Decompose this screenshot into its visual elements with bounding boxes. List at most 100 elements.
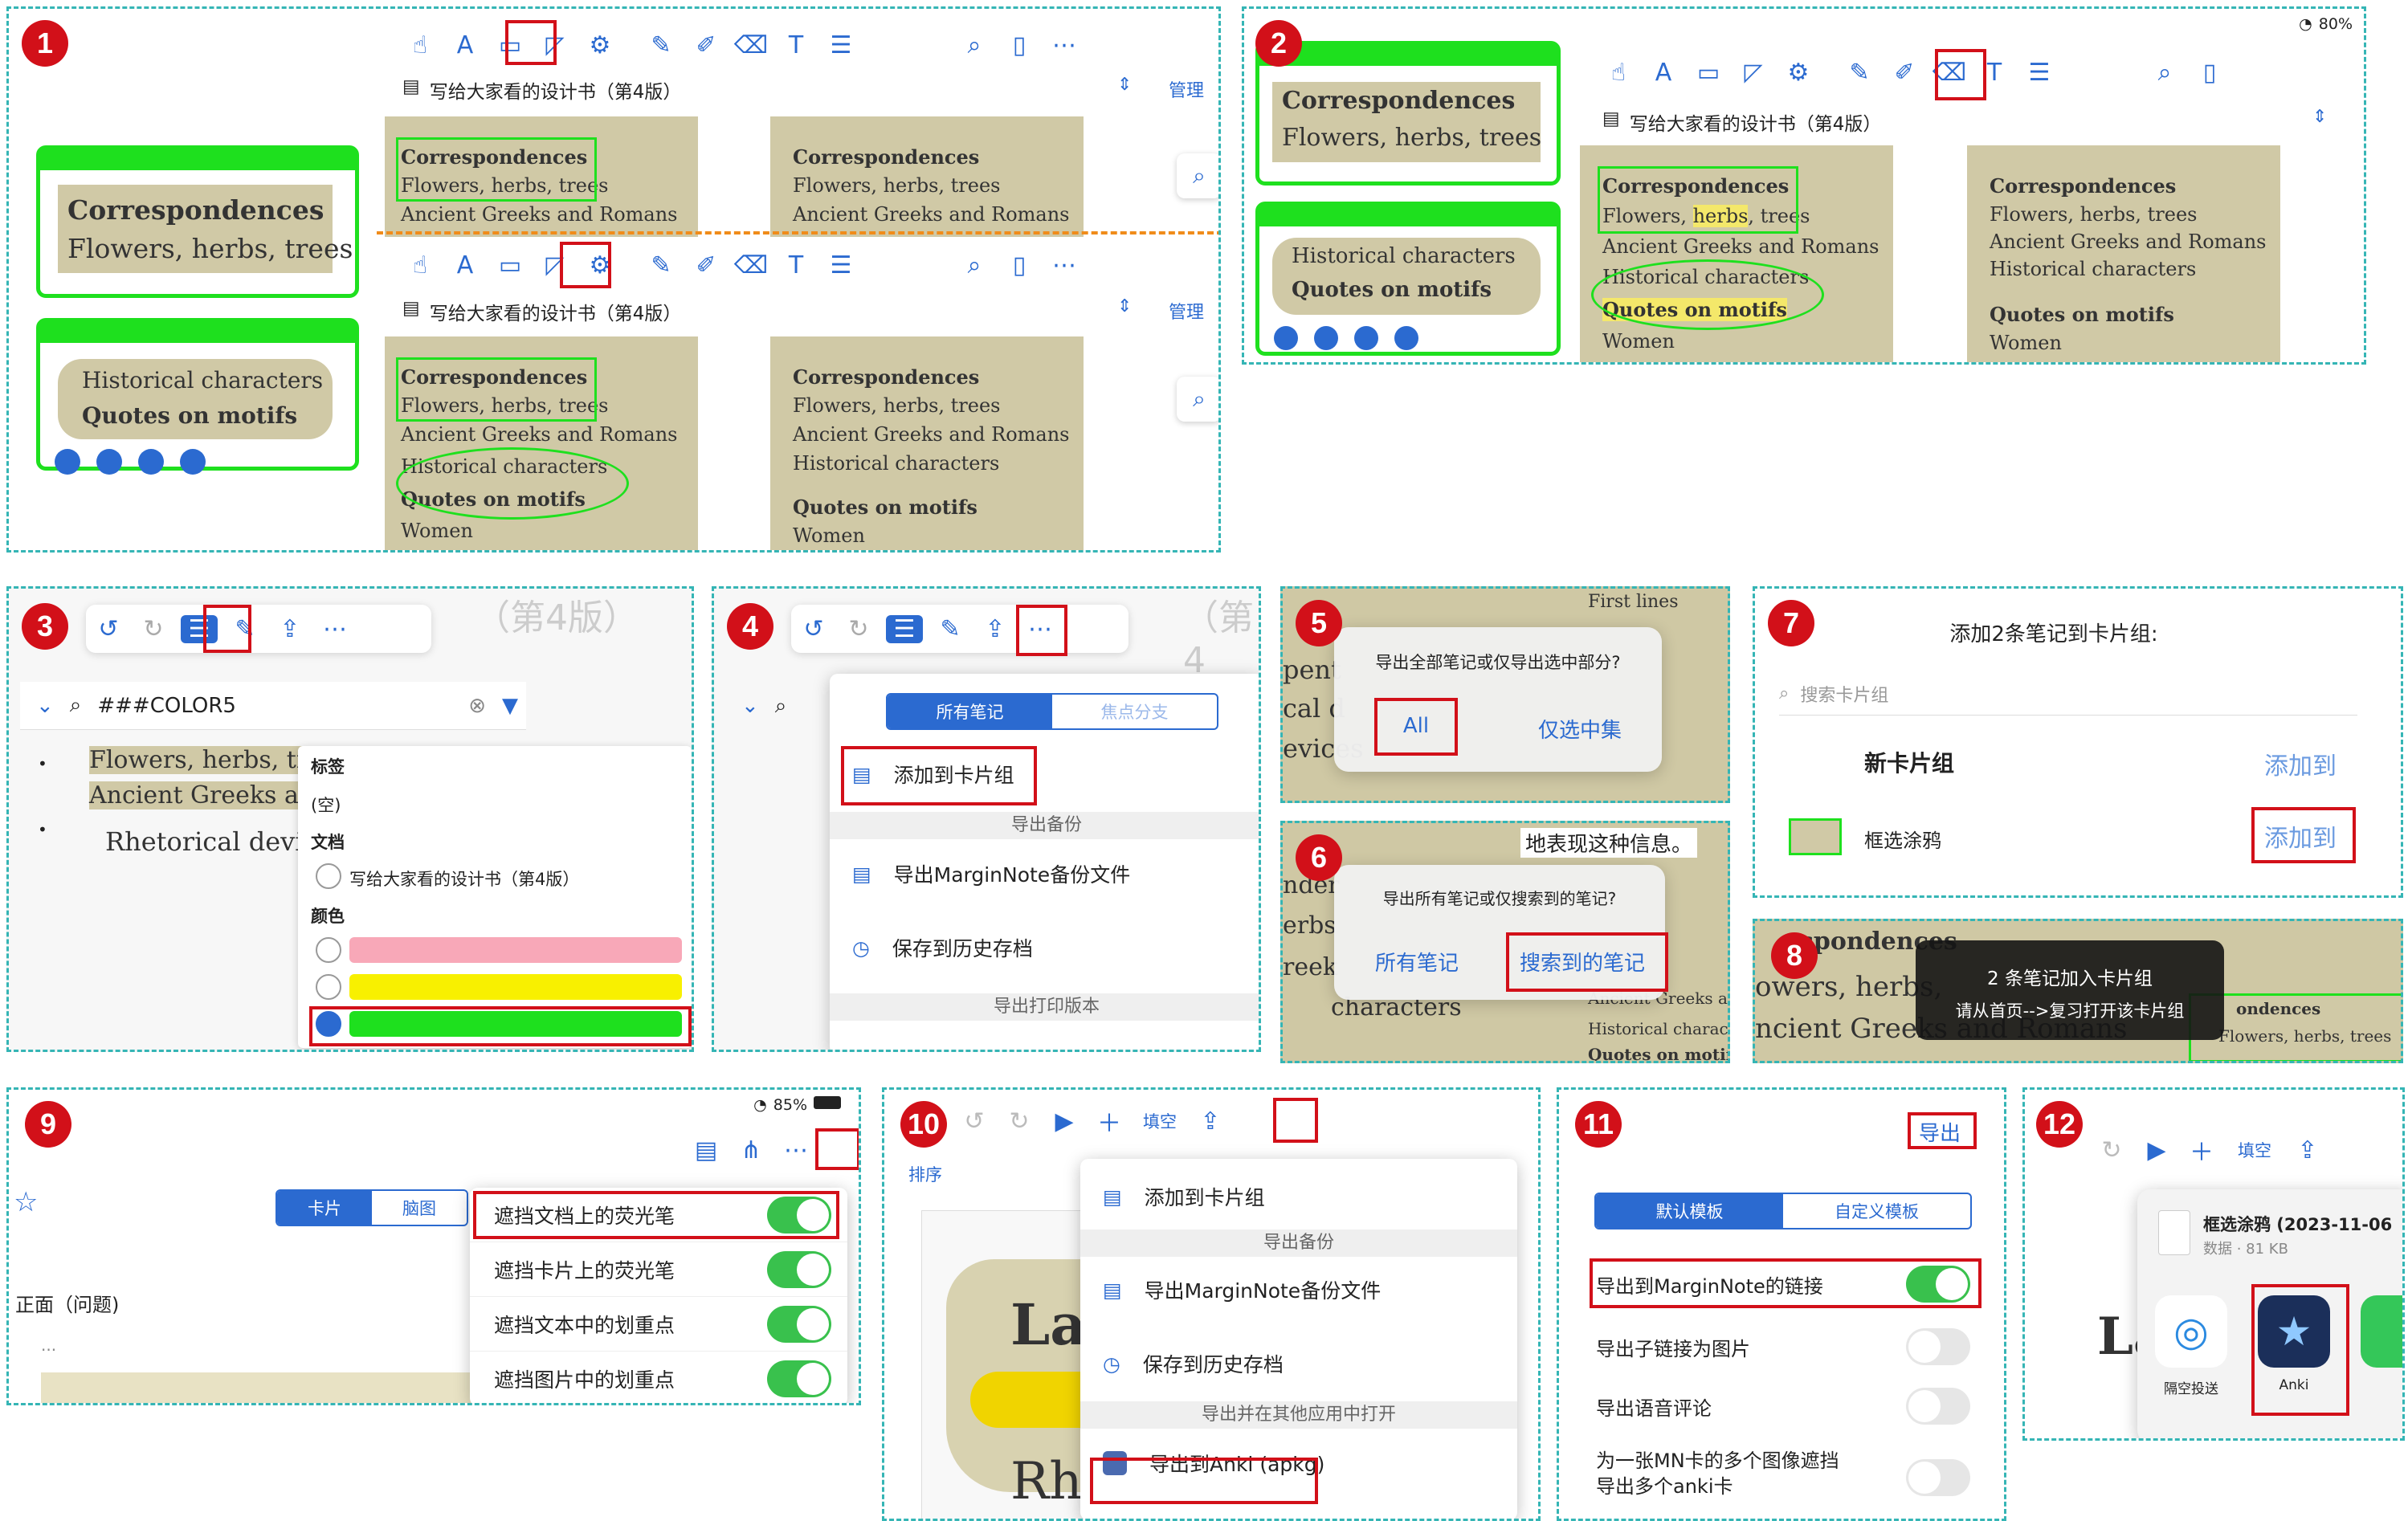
undo-icon[interactable]: ↺ <box>952 1107 997 1136</box>
add-to-new-button[interactable]: 添加到 <box>2264 746 2337 781</box>
pen-icon[interactable]: ✎ <box>639 31 684 59</box>
toggle-switch[interactable] <box>1906 1328 1970 1365</box>
hand-icon[interactable]: ☝ <box>398 251 443 279</box>
textbox-icon[interactable]: T <box>773 31 818 59</box>
pen-icon[interactable]: ✎ <box>639 251 684 279</box>
list-icon[interactable]: ☰ <box>818 251 863 279</box>
search-field[interactable]: ⌕ 搜索卡片组 <box>1779 672 2357 716</box>
filter-option[interactable]: (空) <box>311 793 341 817</box>
manage-link[interactable]: 管理 <box>1169 298 1204 324</box>
plus-icon[interactable]: ＋ <box>2179 1132 2224 1168</box>
menu-save-history[interactable]: ◷ 保存到历史存档 <box>830 920 1259 976</box>
seg-custom[interactable]: 自定义模板 <box>1783 1194 1970 1228</box>
manage-link[interactable]: 管理 <box>1169 76 1204 102</box>
messages-icon[interactable] <box>2361 1295 2402 1368</box>
sort-icon[interactable]: ⇕ <box>2312 107 2327 127</box>
eraser-icon[interactable]: ⌫ <box>729 251 773 279</box>
undo-icon[interactable]: ↺ <box>791 615 836 643</box>
search-float-icon[interactable]: ⌕ <box>1177 153 1218 198</box>
share-icon[interactable] <box>1394 326 1418 350</box>
fill-button[interactable]: 填空 <box>1132 1109 1188 1133</box>
menu-save-history[interactable]: ◷ 保存到历史存档 <box>1080 1335 1517 1392</box>
undo-icon[interactable]: ↺ <box>86 615 131 643</box>
link-icon[interactable] <box>1314 326 1338 350</box>
filter-icon[interactable]: ▼ <box>502 694 518 718</box>
play-icon[interactable]: ▶ <box>2134 1136 2179 1164</box>
more-icon[interactable]: ⋯ <box>1042 31 1087 59</box>
toggle-switch[interactable] <box>767 1360 831 1397</box>
lasso-icon[interactable]: ◸ <box>1731 59 1776 87</box>
list-icon[interactable]: ☰ <box>818 31 863 59</box>
color-swatch-yellow[interactable] <box>349 974 682 1000</box>
option-row[interactable]: 遮挡卡片上的荧光笔 <box>470 1242 847 1297</box>
share-icon[interactable]: ⇪ <box>1188 1107 1233 1136</box>
merge-icon[interactable] <box>138 449 164 475</box>
search-icon[interactable]: ⌕ <box>952 251 997 279</box>
search-float-icon[interactable]: ⌕ <box>1177 377 1218 422</box>
hand-icon[interactable]: ☝ <box>398 31 443 59</box>
share-icon[interactable] <box>180 449 206 475</box>
pen-icon[interactable]: ✎ <box>1837 59 1882 87</box>
highlighter-icon[interactable]: ✐ <box>1882 59 1927 87</box>
menu-export-mn[interactable]: ▤ 导出MarginNote备份文件 <box>830 846 1259 902</box>
link-icon[interactable] <box>96 449 122 475</box>
redo-icon[interactable]: ↻ <box>836 615 881 643</box>
clear-icon[interactable]: ⊗ <box>468 694 486 718</box>
more-icon[interactable]: ⋯ <box>312 615 357 643</box>
rect-icon[interactable]: ▭ <box>1686 59 1731 87</box>
list-icon[interactable]: ☰ <box>886 614 923 643</box>
text-icon[interactable]: A <box>443 31 488 59</box>
share-icon[interactable]: ⇪ <box>267 615 312 643</box>
mini-card-1[interactable]: Correspondences Flowers, herbs, trees <box>1255 41 1561 186</box>
airdrop-icon[interactable]: ◎ <box>2155 1295 2227 1368</box>
seg-default[interactable]: 默认模板 <box>1596 1194 1783 1228</box>
textbox-icon[interactable]: T <box>773 251 818 279</box>
comment-icon[interactable] <box>1274 326 1298 350</box>
bookmark-icon[interactable]: ▯ <box>2187 59 2232 87</box>
filter-option[interactable]: 写给大家看的设计书（第4版） <box>349 867 579 891</box>
star-icon[interactable]: ☆ <box>14 1186 38 1218</box>
hand-icon[interactable]: ☝ <box>1596 59 1641 87</box>
chevron-down-icon[interactable]: ⌄ <box>741 694 759 718</box>
selected-only-button[interactable]: 仅选中集 <box>1498 714 1662 744</box>
gear-icon[interactable]: ⚙ <box>1776 59 1821 87</box>
mindmap-icon[interactable]: ⋔ <box>729 1136 773 1164</box>
share-icon[interactable]: ⇪ <box>2285 1136 2330 1164</box>
menu-export-mn[interactable]: ▤ 导出MarginNote备份文件 <box>1080 1262 1517 1318</box>
redo-icon[interactable]: ↻ <box>997 1107 1042 1136</box>
color-swatch-pink[interactable] <box>349 937 682 963</box>
doc-icon[interactable]: ▤ <box>684 1136 729 1164</box>
sort-icon[interactable]: ⇕ <box>1117 75 1132 95</box>
option-row[interactable]: 导出语音评论 <box>1559 1382 2004 1430</box>
share-icon[interactable]: ⇪ <box>973 615 1018 643</box>
mini-card-2[interactable]: Historical characters Quotes on motifs <box>1255 202 1561 356</box>
search-icon[interactable]: ⌕ <box>952 31 997 59</box>
all-notes-button[interactable]: 所有笔记 <box>1334 947 1500 977</box>
radio-icon[interactable] <box>316 863 341 889</box>
scope-segment[interactable]: 所有笔记 焦点分支 <box>886 693 1218 730</box>
tab-mindmap[interactable]: 脑图 <box>372 1191 467 1225</box>
list-icon[interactable]: ☰ <box>2017 59 2062 87</box>
radio-icon[interactable] <box>316 974 341 1000</box>
option-row[interactable]: 遮挡图片中的划重点 <box>470 1352 847 1403</box>
merge-icon[interactable] <box>1354 326 1378 350</box>
option-row[interactable]: 遮挡文本中的划重点 <box>470 1297 847 1352</box>
radio-icon[interactable] <box>316 937 341 963</box>
bookmark-icon[interactable]: ▯ <box>997 251 1042 279</box>
bookmark-icon[interactable]: ▯ <box>997 31 1042 59</box>
plus-icon[interactable]: ＋ <box>1087 1103 1132 1139</box>
highlighter-icon[interactable]: ✐ <box>684 251 729 279</box>
toggle-switch[interactable] <box>1906 1459 1970 1496</box>
more-icon[interactable]: ⋯ <box>773 1136 818 1164</box>
text-icon[interactable]: A <box>443 251 488 279</box>
sort-icon[interactable]: ⇕ <box>1117 296 1132 316</box>
sort-link[interactable]: 排序 <box>908 1162 942 1186</box>
mini-card-1[interactable]: Correspondences Flowers, herbs, trees <box>36 145 359 298</box>
toggle-switch[interactable] <box>767 1251 831 1288</box>
mini-card-2[interactable]: Historical characters Quotes on motifs <box>36 318 359 475</box>
tab-card[interactable]: 卡片 <box>277 1191 372 1225</box>
redo-icon[interactable]: ↻ <box>2089 1136 2134 1164</box>
gear-icon[interactable]: ⚙ <box>578 31 622 59</box>
toggle-switch[interactable] <box>767 1306 831 1343</box>
option-row[interactable]: 为一张MN卡的多个图像遮挡 导出多个anki卡 <box>1596 1448 1839 1499</box>
